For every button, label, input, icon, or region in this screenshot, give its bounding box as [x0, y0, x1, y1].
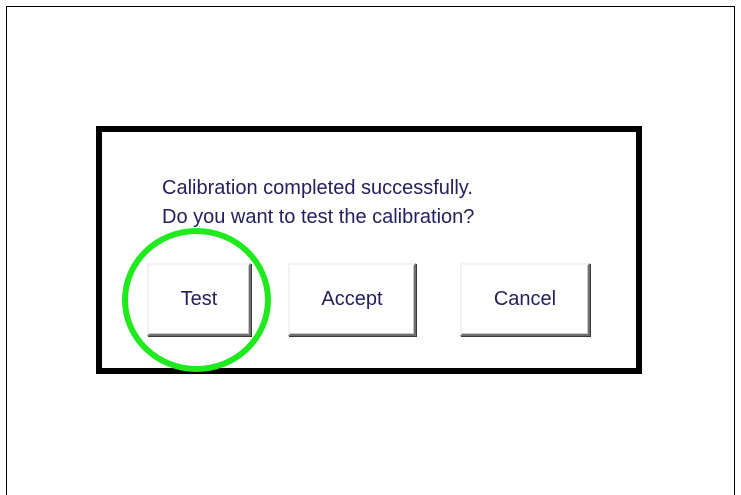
message-line-1: Calibration completed successfully. [162, 177, 473, 199]
dialog-message: Calibration completed successfully. Do y… [162, 174, 474, 232]
accept-button[interactable]: Accept [288, 263, 416, 336]
test-button[interactable]: Test [147, 263, 251, 336]
cancel-button[interactable]: Cancel [460, 263, 590, 336]
calibration-dialog: Calibration completed successfully. Do y… [96, 126, 642, 374]
message-line-2: Do you want to test the calibration? [162, 206, 475, 228]
